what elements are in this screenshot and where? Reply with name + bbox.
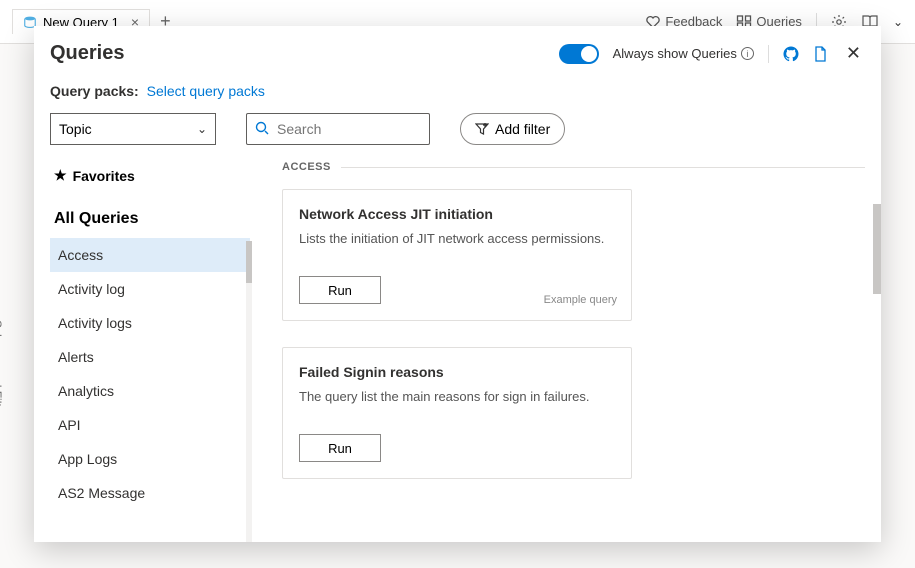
document-icon[interactable] [813, 46, 828, 62]
sidebar: ★ Favorites All Queries AccessActivity l… [50, 161, 250, 542]
search-icon [255, 121, 269, 138]
select-query-packs-link[interactable]: Select query packs [147, 83, 265, 99]
schema-filter-sidetab[interactable]: Schema and Filter [0, 320, 4, 417]
category-item[interactable]: Activity log [50, 272, 250, 306]
run-button[interactable]: Run [299, 276, 381, 304]
always-show-label: Always show Queries i [613, 46, 754, 61]
card-description: Lists the initiation of JIT network acce… [299, 230, 615, 248]
query-card: Network Access JIT initiation Lists the i… [282, 189, 632, 321]
search-input[interactable] [277, 121, 458, 137]
dialog-title: Queries [50, 42, 124, 65]
run-button[interactable]: Run [299, 434, 381, 462]
category-item[interactable]: API [50, 408, 250, 442]
favorites-section[interactable]: ★ Favorites [50, 161, 250, 200]
content-scrollbar[interactable] [873, 204, 881, 294]
category-item[interactable]: Activity logs [50, 306, 250, 340]
category-item[interactable]: AS2 Message [50, 476, 250, 510]
category-item[interactable]: Alerts [50, 340, 250, 374]
always-show-toggle[interactable] [559, 44, 599, 64]
query-packs-label: Query packs: [50, 83, 139, 99]
add-filter-button[interactable]: Add filter [460, 113, 565, 145]
github-icon[interactable] [783, 46, 799, 62]
category-item[interactable]: App Logs [50, 442, 250, 476]
topic-dropdown[interactable]: Topic ⌄ [50, 113, 216, 145]
filter-icon [475, 122, 489, 136]
card-title: Failed Signin reasons [299, 364, 615, 380]
all-queries-heading: All Queries [50, 200, 250, 238]
card-description: The query list the main reasons for sign… [299, 388, 615, 406]
group-heading: ACCESS [282, 161, 865, 173]
star-icon: ★ [54, 167, 67, 184]
example-tag: Example query [544, 294, 617, 306]
category-item[interactable]: Analytics [50, 374, 250, 408]
close-dialog-button[interactable]: ✕ [842, 43, 865, 64]
card-title: Network Access JIT initiation [299, 206, 615, 222]
query-card: Failed Signin reasons The query list the … [282, 347, 632, 479]
queries-dialog: Queries Always show Queries i ✕ Query pa… [34, 26, 881, 542]
category-item[interactable]: Access [50, 238, 250, 272]
chevron-down-icon[interactable]: ⌄ [893, 15, 903, 29]
sidebar-scrollbar[interactable] [246, 241, 252, 542]
chevron-down-icon: ⌄ [197, 122, 207, 136]
search-box[interactable] [246, 113, 430, 145]
info-icon[interactable]: i [741, 47, 754, 60]
